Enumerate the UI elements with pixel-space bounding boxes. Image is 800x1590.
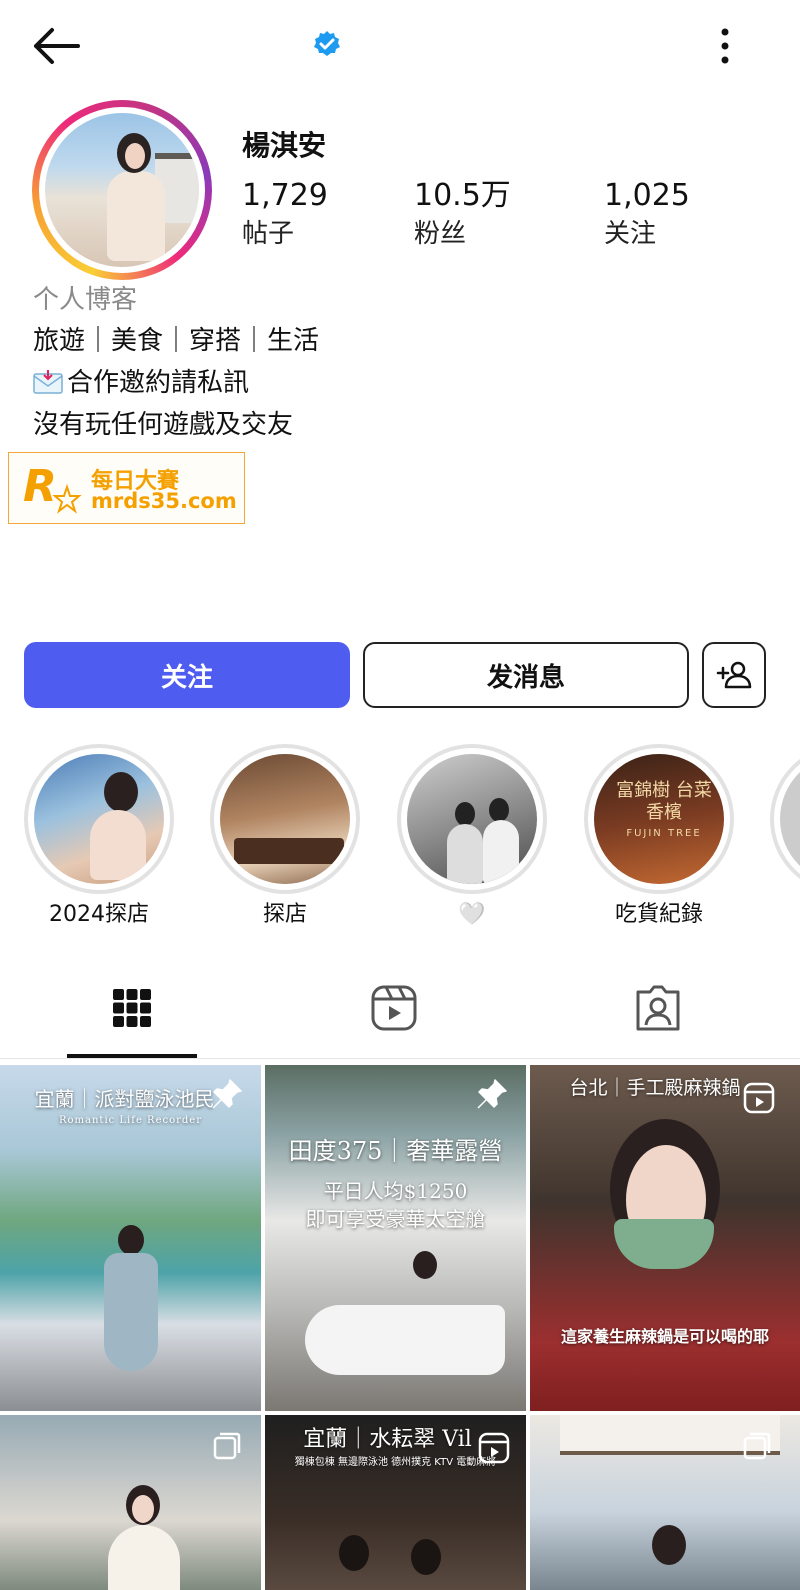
tab-divider (0, 1058, 800, 1059)
highlight-item[interactable]: 富錦樹 台菜香檳 FUJIN TREE 吃貨紀錄 (584, 744, 734, 930)
following-count: 1,025 (604, 178, 690, 213)
highlight-cover (220, 754, 350, 884)
highlight-label: 2024探店 (49, 902, 149, 927)
incoming-envelope-icon (33, 365, 63, 394)
reels-icon (371, 985, 417, 1031)
followers-count: 10.5万 (414, 178, 511, 213)
bio-line-note: 沒有玩任何遊戲及交友 (33, 410, 294, 440)
highlight-label: 🤍 (458, 902, 486, 927)
message-button[interactable]: 发消息 (363, 642, 689, 708)
back-arrow-icon[interactable] (30, 26, 82, 66)
svg-text:R: R (23, 461, 57, 512)
post-caption: 田度375｜奢華露營 (288, 1137, 503, 1165)
profile-avatar[interactable] (32, 100, 212, 280)
tagged-person-icon (636, 985, 680, 1031)
watermark-url: mrds35.com (91, 489, 237, 513)
tab-reels[interactable] (366, 980, 422, 1036)
highlight-label: 探店 (262, 902, 307, 927)
bio-category: 个人博客 (33, 285, 138, 315)
post-thumbnail[interactable]: 田度375｜奢華露營 平日人均$1250 即可享受豪華太空艙 (265, 1065, 526, 1411)
post-caption-line3: 即可享受豪華太空艙 (305, 1207, 486, 1231)
highlight-cover: 富錦樹 台菜香檳 FUJIN TREE (594, 754, 724, 884)
stat-following[interactable]: 1,025 关注 (604, 178, 690, 254)
posts-count: 1,729 (242, 178, 328, 213)
suggest-users-button[interactable] (702, 642, 766, 708)
bio-contact-text: 合作邀約請私訊 (67, 368, 250, 398)
watermark-logo-icon: R (21, 461, 83, 517)
post-thumbnail[interactable]: 宜蘭｜水耘翠 Vil 獨棟包棟 無邊際泳池 德州撲克 KTV 電動麻將 (265, 1415, 526, 1590)
bio-line-contact: 合作邀約請私訊 (33, 362, 633, 404)
post-thumbnail[interactable]: 台北｜手工殿麻辣鍋 這家養生麻辣鍋是可以喝的耶 (530, 1065, 800, 1411)
reel-badge-icon (742, 1081, 776, 1115)
post-thumbnail[interactable] (530, 1415, 800, 1590)
bio-line-interests: 旅遊｜美食｜穿搭｜生活 (33, 326, 320, 356)
more-options-icon[interactable] (714, 24, 736, 68)
highlight-item[interactable]: 探店 (210, 744, 360, 930)
tab-posts-grid[interactable] (104, 980, 160, 1036)
post-caption-line2: 平日人均$1250 (323, 1179, 468, 1203)
highlight-cover (407, 754, 537, 884)
follow-button[interactable]: 关注 (24, 642, 350, 708)
watermark-banner: R 每日大賽 mrds35.com (8, 452, 245, 524)
top-bar (0, 0, 800, 90)
pinned-icon (475, 1077, 509, 1111)
highlight-cover-subtext: FUJIN TREE (626, 828, 702, 839)
profile-username: 楊淇安 (242, 129, 327, 162)
highlight-item[interactable]: 2024探店 (24, 744, 174, 930)
following-label: 关注 (604, 219, 657, 249)
pinned-icon (210, 1077, 244, 1111)
post-thumbnail[interactable] (0, 1415, 261, 1590)
tab-tagged[interactable] (630, 980, 686, 1036)
verified-badge-icon (313, 30, 341, 58)
highlight-item[interactable]: 🤍 (397, 744, 547, 930)
highlight-cover-text: 富錦樹 台菜香檳 (616, 780, 712, 823)
post-subtitle: 這家養生麻辣鍋是可以喝的耶 (560, 1327, 769, 1346)
posts-label: 帖子 (242, 219, 295, 249)
highlight-cover (34, 754, 164, 884)
add-person-icon (716, 661, 752, 689)
carousel-badge-icon (742, 1431, 772, 1461)
followers-label: 粉丝 (414, 219, 467, 249)
post-thumbnail[interactable]: 宜蘭｜派對鹽泳池民 Romantic Life Recorder (0, 1065, 261, 1411)
highlight-item-partial[interactable] (770, 744, 800, 894)
stat-posts[interactable]: 1,729 帖子 (242, 178, 328, 254)
post-caption-sub: Romantic Life Recorder (58, 1115, 202, 1126)
stat-followers[interactable]: 10.5万 粉丝 (414, 178, 511, 254)
profile-bio: 个人博客 旅遊｜美食｜穿搭｜生活 合作邀約請私訊 沒有玩任何遊戲及交友 (33, 280, 633, 446)
reel-badge-icon (477, 1431, 511, 1465)
grid-icon (113, 989, 151, 1027)
carousel-badge-icon (212, 1431, 242, 1461)
highlight-label: 吃貨紀錄 (614, 902, 703, 927)
profile-tabs (0, 960, 800, 1060)
